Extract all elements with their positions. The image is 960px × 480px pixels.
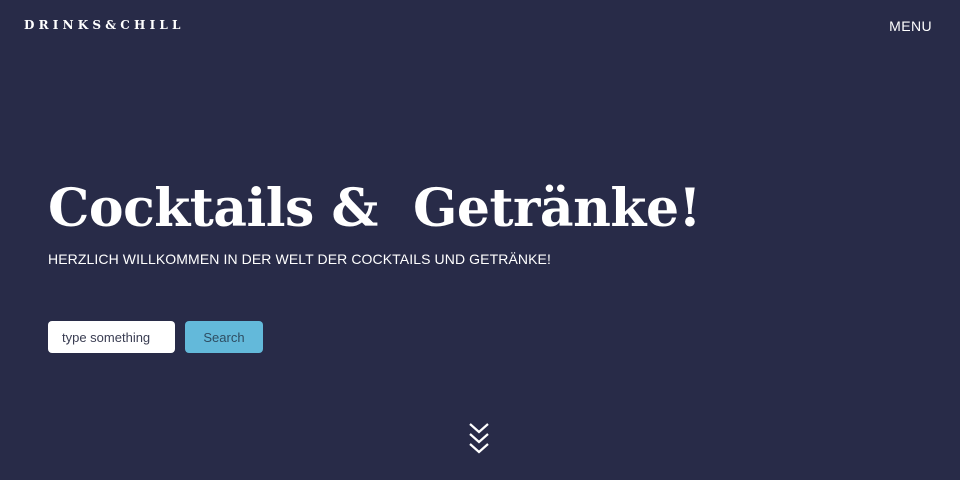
search-input[interactable]	[48, 321, 175, 353]
hero-title: Cocktails & Getränke!	[48, 178, 701, 239]
hero-subtitle: HERZLICH WILLKOMMEN IN DER WELT DER COCK…	[48, 251, 551, 267]
site-logo[interactable]: DRINKS&CHILL	[24, 18, 185, 32]
hero-section: Cocktails & Getränke! HERZLICH WILLKOMME…	[48, 176, 928, 267]
menu-button[interactable]: MENU	[889, 18, 932, 34]
triple-chevron-down-icon	[469, 423, 489, 454]
search-button[interactable]: Search	[185, 321, 263, 353]
top-navigation: DRINKS&CHILL MENU	[0, 0, 960, 52]
scroll-down-button[interactable]	[467, 422, 491, 456]
